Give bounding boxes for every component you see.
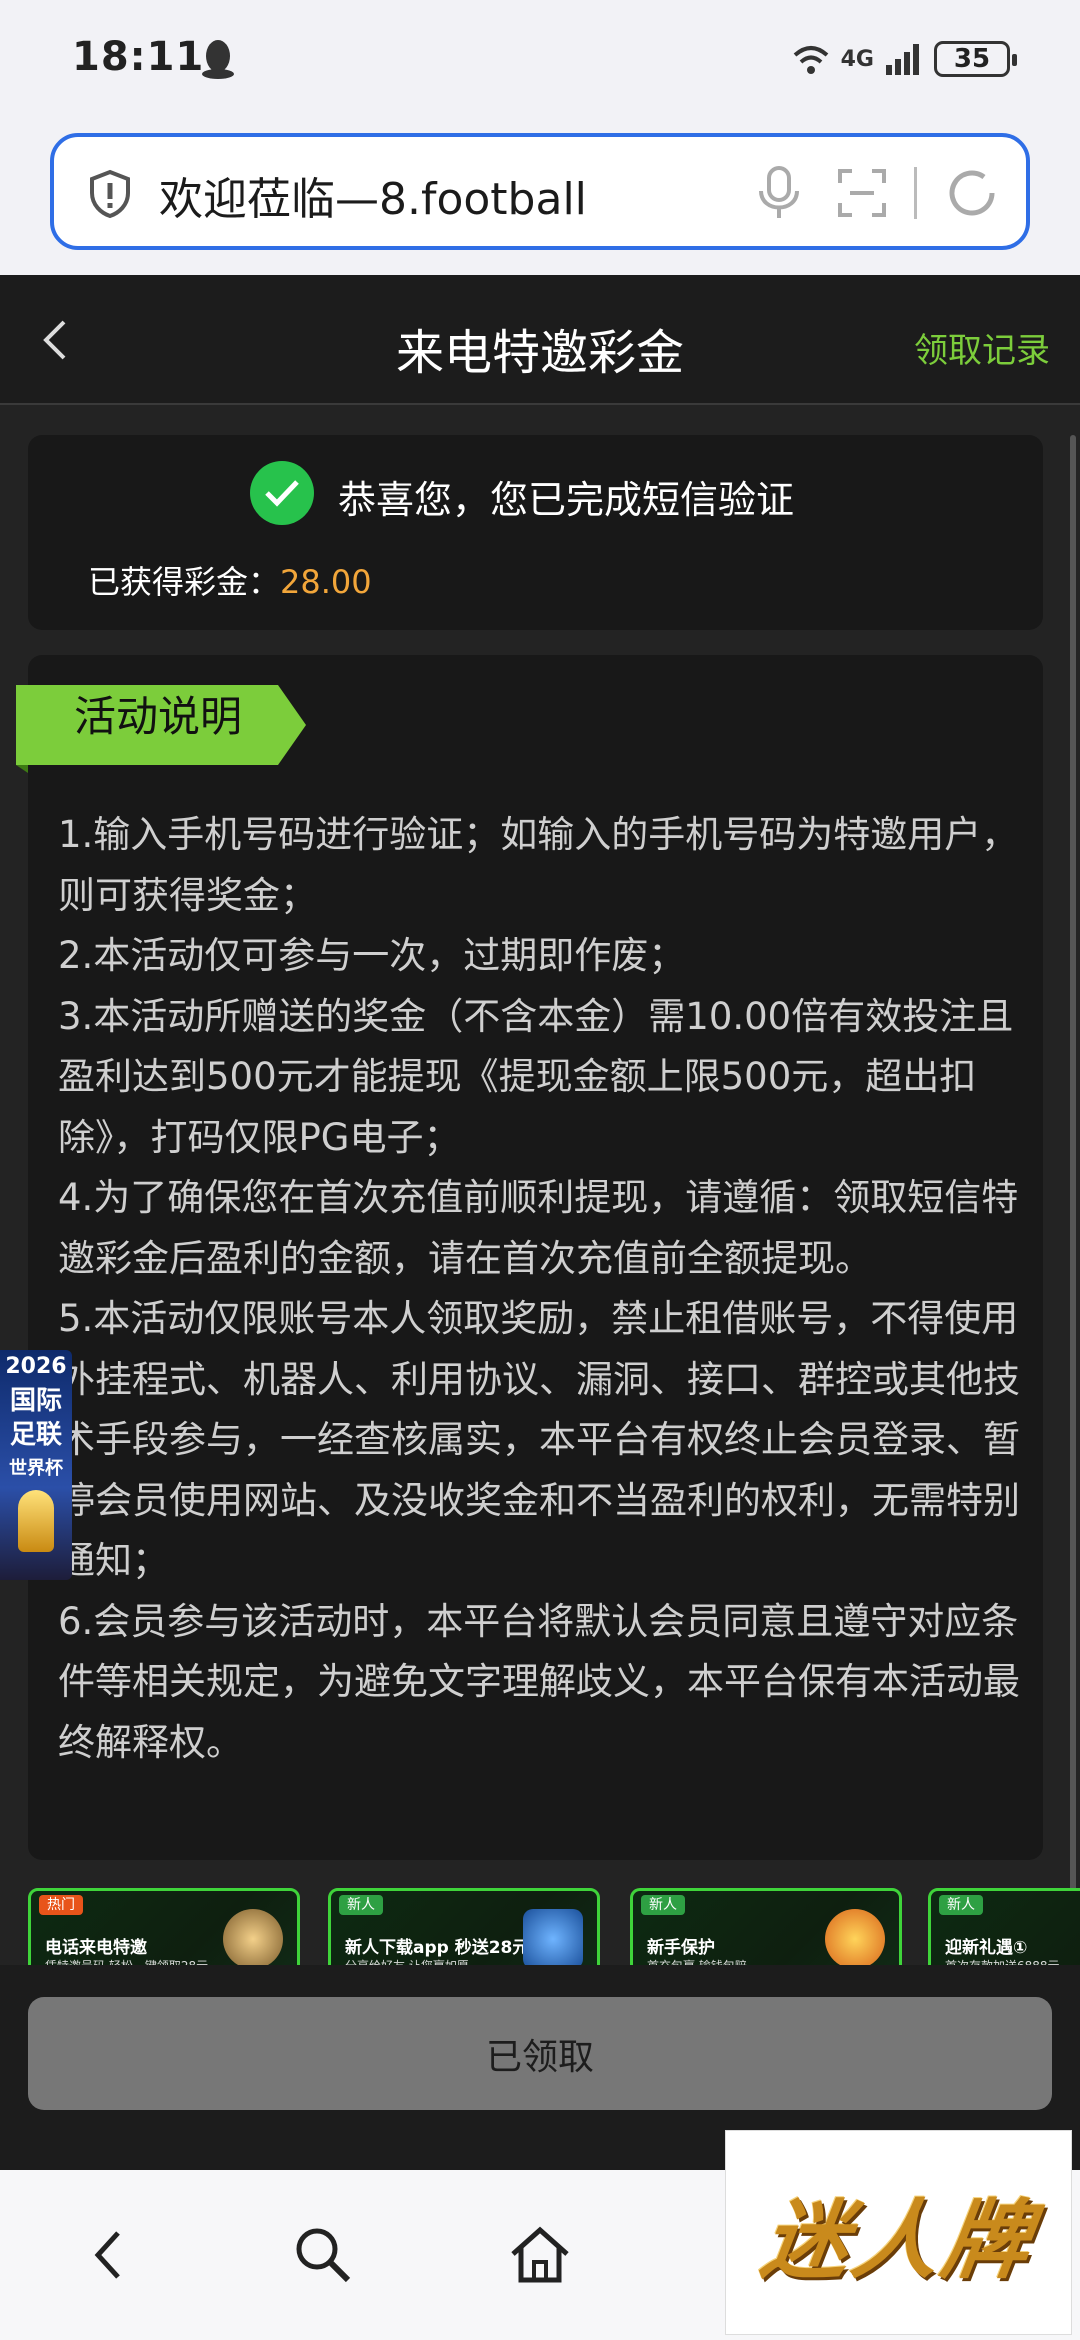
promo-subtitle: 分享给好友 让您赢如愿 — [345, 1957, 469, 1965]
promo-card[interactable]: 新人 迎新礼遇① 首次存款加送6888元 — [928, 1888, 1080, 1965]
badge-line: 2026 — [5, 1354, 67, 1379]
badge-line: 世界杯 — [9, 1458, 63, 1479]
claimed-button[interactable]: 已领取 — [28, 1997, 1052, 2110]
chevron-left-icon — [94, 2231, 120, 2279]
check-icon — [250, 461, 314, 525]
reload-icon[interactable] — [944, 165, 1000, 221]
promo-tag: 新人 — [939, 1895, 983, 1915]
signal-icon — [886, 44, 919, 75]
status-bar: 18:11 4G 35 — [0, 0, 1080, 120]
rule-item: 6.会员参与该活动时，本平台将默认会员同意且遵守对应条件等相关规定，为避免文字理… — [58, 1599, 1020, 1764]
battery-level: 35 — [953, 44, 991, 74]
promo-subtitle: 首充包赢 输钱包赔 — [647, 1957, 747, 1965]
search-icon — [296, 2228, 351, 2283]
scan-icon[interactable] — [836, 167, 888, 219]
promo-title: 新人下载app 秒送28元 — [345, 1938, 530, 1958]
promo-card[interactable]: 热门 电话来电特邀 凭特邀号码 轻松一键领取28元 — [28, 1888, 300, 1965]
wifi-icon — [793, 46, 828, 74]
page-header: 来电特邀彩金 领取记录 — [0, 275, 1080, 405]
home-icon — [511, 2226, 569, 2283]
url-bar[interactable]: 欢迎莅临—8.football — [50, 133, 1030, 250]
world-cup-floating-badge[interactable]: 2026 国际 足联 世界杯 — [0, 1350, 72, 1580]
rule-item: 2.本活动仅可参与一次，过期即作废； — [58, 934, 686, 977]
network-type: 4G — [840, 46, 874, 72]
earned-label: 已获得彩金： — [88, 563, 281, 601]
microphone-icon[interactable] — [754, 165, 804, 221]
earned-bonus: 已获得彩金：28.00 — [88, 557, 372, 603]
promo-card[interactable]: 新人 新手保护 首充包赢 输钱包赔 — [630, 1888, 902, 1965]
badge-line: 足联 — [9, 1420, 62, 1450]
url-text[interactable]: 欢迎莅临—8.football — [159, 163, 587, 227]
url-divider — [914, 167, 917, 219]
promo-subtitle: 凭特邀号码 轻松一键领取28元 — [45, 1957, 208, 1965]
activity-rules: 1.输入手机号码进行验证；如输入的手机号码为特邀用户，则可获得奖金； 2.本活动… — [58, 805, 1023, 1773]
promo-title: 电话来电特邀 — [45, 1938, 147, 1958]
promo-tag: 新人 — [339, 1895, 383, 1915]
nav-back-button[interactable] — [68, 2215, 148, 2295]
watermark-text: 迷人牌 — [755, 2190, 1040, 2291]
promo-art-icon — [223, 1909, 283, 1965]
activity-heading: 活动说明 — [74, 692, 243, 741]
badge-line: 国际 — [9, 1386, 62, 1416]
watermark-logo: 迷人牌 — [725, 2130, 1072, 2335]
nav-search-button[interactable] — [283, 2215, 363, 2295]
battery-indicator: 35 — [934, 41, 1017, 77]
scrollbar[interactable] — [1070, 435, 1076, 1935]
activity-card: 活动说明 1.输入手机号码进行验证；如输入的手机号码为特邀用户，则可获得奖金； … — [16, 655, 1043, 1860]
rule-item: 3.本活动所赠送的奖金（不含本金）需10.00倍有效投注且盈利达到500元才能提… — [58, 994, 1014, 1159]
qq-penguin-icon — [202, 40, 234, 79]
verification-message: 恭喜您，您已完成短信验证 — [338, 478, 795, 522]
promo-strip[interactable]: 热门 电话来电特邀 凭特邀号码 轻松一键领取28元 新人 新人下载app 秒送2… — [0, 1880, 1080, 1965]
promo-tag: 热门 — [39, 1895, 83, 1915]
promo-tag: 新人 — [641, 1895, 685, 1915]
rule-item: 5.本活动仅限账号本人领取奖励，禁止租借账号，不得使用外挂程式、机器人、利用协议… — [58, 1297, 1020, 1582]
promo-title: 迎新礼遇① — [945, 1938, 1028, 1958]
main-content[interactable]: 恭喜您，您已完成短信验证 已获得彩金：28.00 活动说明 1.输入手机号码进行… — [0, 405, 1080, 1965]
rule-item: 1.输入手机号码进行验证；如输入的手机号码为特邀用户，则可获得奖金； — [58, 813, 1019, 917]
promo-title: 新手保护 — [647, 1938, 715, 1958]
shield-icon[interactable] — [88, 169, 132, 219]
status-time: 18:11 — [72, 34, 205, 80]
nav-home-button[interactable] — [500, 2215, 580, 2295]
earned-amount: 28.00 — [280, 563, 372, 601]
verification-card: 恭喜您，您已完成短信验证 已获得彩金：28.00 — [28, 435, 1043, 630]
promo-subtitle: 首次存款加送6888元 — [945, 1957, 1060, 1965]
trophy-icon — [18, 1490, 54, 1552]
records-link[interactable]: 领取记录 — [914, 323, 1050, 372]
star-icon — [825, 1909, 885, 1965]
phone-icon — [523, 1909, 583, 1965]
rule-item: 4.为了确保您在首次充值前顺利提现，请遵循：领取短信特邀彩金后盈利的金额，请在首… — [58, 1176, 1019, 1280]
status-icons: 4G 35 — [791, 34, 1017, 84]
promo-card[interactable]: 新人 新人下载app 秒送28元 分享给好友 让您赢如愿 — [328, 1888, 600, 1965]
